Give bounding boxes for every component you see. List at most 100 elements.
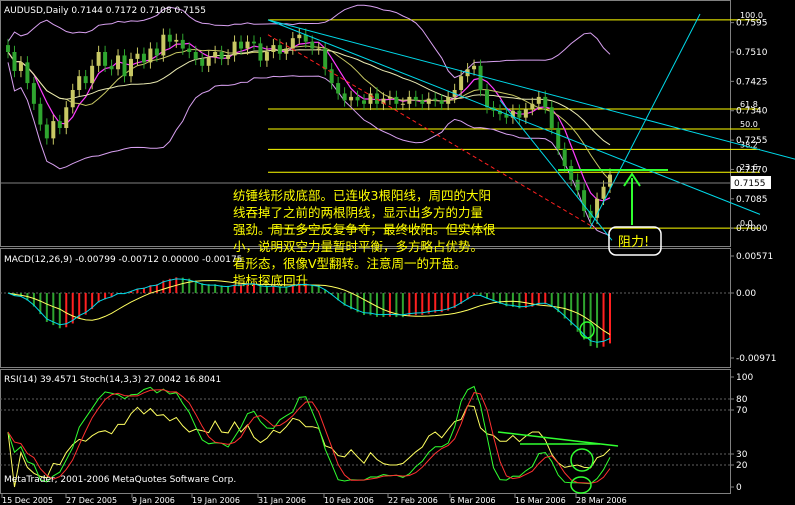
candle-body	[154, 48, 159, 56]
rsi-tick-label: 0	[736, 483, 742, 493]
rsi-panel-title: RSI(14) 39.4571 Stoch(14,3,3) 27.0042 16…	[4, 375, 221, 385]
candle-body	[536, 96, 541, 104]
annotation-line: 看形态，很像V型翻转。注意周一的开盘。	[233, 256, 467, 271]
price-tick-label: 0.7255	[736, 136, 768, 146]
candle-body	[284, 48, 289, 54]
candle-body	[433, 98, 438, 101]
candle-body	[116, 55, 121, 70]
candle-body	[135, 53, 140, 59]
candle-body	[310, 41, 315, 49]
candle-body	[355, 96, 360, 101]
candle-body	[420, 100, 425, 104]
candle-body	[400, 103, 405, 105]
rsi-tick-label: 30	[736, 450, 748, 460]
candle-body	[122, 55, 127, 77]
candle-body	[148, 48, 153, 63]
candle-body	[38, 103, 43, 125]
time-tick-label: 28 Mar 2006	[576, 496, 627, 505]
candle-body	[549, 107, 554, 128]
candle-body	[459, 76, 464, 90]
candle-body	[258, 43, 263, 61]
time-tick-label: 6 Mar 2006	[450, 496, 496, 505]
candle-body	[70, 90, 75, 108]
candle-body	[368, 93, 373, 104]
price-tick-label: 0.7595	[736, 19, 768, 29]
candle-body	[316, 48, 321, 50]
candle-body	[12, 52, 17, 71]
candle-body	[90, 65, 95, 84]
trading-chart: 100.061.850.038.223.60.0 0.75950.75100.7…	[0, 0, 795, 505]
time-tick-label: 9 Jan 2006	[132, 496, 175, 505]
candle-body	[601, 186, 606, 199]
candle-body	[232, 41, 237, 56]
candle-body	[387, 96, 392, 99]
macd-tick-label: 0.00	[736, 289, 756, 299]
time-tick-label: 10 Feb 2006	[324, 496, 374, 505]
candle-body	[439, 100, 444, 104]
rsi-tick-label: 20	[736, 461, 748, 471]
candle-body	[543, 96, 548, 108]
candle-body	[44, 124, 49, 139]
candle-body	[167, 34, 172, 42]
candle-body	[336, 83, 341, 94]
candle-body	[394, 96, 399, 104]
annotation-line: 小，说明双空力量暂时平衡，多方略占优势。	[233, 239, 483, 254]
resistance-label: 阻力!	[618, 235, 649, 250]
candle-body	[206, 57, 211, 66]
candle-body	[51, 121, 56, 139]
candle-body	[342, 93, 347, 101]
time-tick-label: 15 Dec 2005	[2, 496, 53, 505]
current-price-label: 0.7155	[734, 179, 766, 189]
candle-body	[103, 52, 108, 66]
candle-body	[556, 128, 561, 149]
candle-body	[25, 62, 30, 84]
candle-body	[446, 96, 451, 104]
candle-body	[200, 58, 205, 66]
candle-body	[239, 41, 244, 49]
rsi-tick-label: 80	[736, 395, 748, 405]
candle-body	[193, 52, 198, 59]
candle-body	[485, 90, 490, 108]
candle-body	[219, 52, 224, 59]
candle-body	[141, 53, 146, 63]
annotation-line: 线吞掉了之前的两根阴线，显示出多方的力量	[233, 205, 483, 220]
time-tick-label: 27 Dec 2005	[66, 496, 117, 505]
candle-body	[530, 103, 535, 109]
candle-body	[575, 179, 580, 191]
price-tick-label: 0.7000	[736, 224, 768, 234]
candle-body	[569, 166, 574, 180]
candle-body	[64, 107, 69, 128]
candle-body	[31, 83, 36, 104]
annotation-line: 指标探底回升	[233, 273, 308, 288]
candle-body	[349, 96, 354, 101]
candle-body	[245, 41, 250, 49]
candle-body	[323, 48, 328, 70]
rsi-tick-label: 100	[736, 373, 753, 383]
macd-tick-label: 0.00571	[736, 252, 773, 262]
price-tick-label: 0.7340	[736, 107, 768, 117]
candle-body	[407, 96, 412, 104]
candle-body	[109, 65, 114, 70]
candle-body	[608, 174, 612, 187]
candle-body	[6, 45, 10, 52]
copyright-text: MetaTrader, 2001-2006 MetaQuotes Softwar…	[4, 475, 236, 485]
price-tick-label: 0.7425	[736, 77, 768, 87]
candle-body	[83, 76, 88, 84]
candle-body	[478, 65, 483, 90]
annotation-line: 纺锤线形成底部。已连收3根阳线，周四的大阳	[233, 188, 491, 203]
price-tick-label: 0.7170	[736, 165, 768, 175]
candle-body	[297, 34, 302, 39]
annotation-line: 强劲。周五多空反复争夺，最终收阳。但实体很	[233, 222, 496, 237]
candle-body	[251, 41, 256, 44]
macd-tick-label: -0.00971	[736, 354, 776, 364]
price-tick-label: 0.7085	[736, 195, 768, 205]
candle-body	[174, 39, 179, 42]
price-panel-title: AUDUSD,Daily 0.7144 0.7172 0.7108 0.7155	[4, 6, 206, 16]
candle-body	[96, 52, 101, 66]
candle-body	[180, 39, 185, 49]
candle-body	[523, 109, 528, 118]
time-tick-label: 19 Jan 2006	[192, 496, 240, 505]
candle-body	[213, 52, 218, 58]
candle-body	[277, 45, 282, 54]
time-tick-label: 22 Feb 2006	[388, 496, 438, 505]
